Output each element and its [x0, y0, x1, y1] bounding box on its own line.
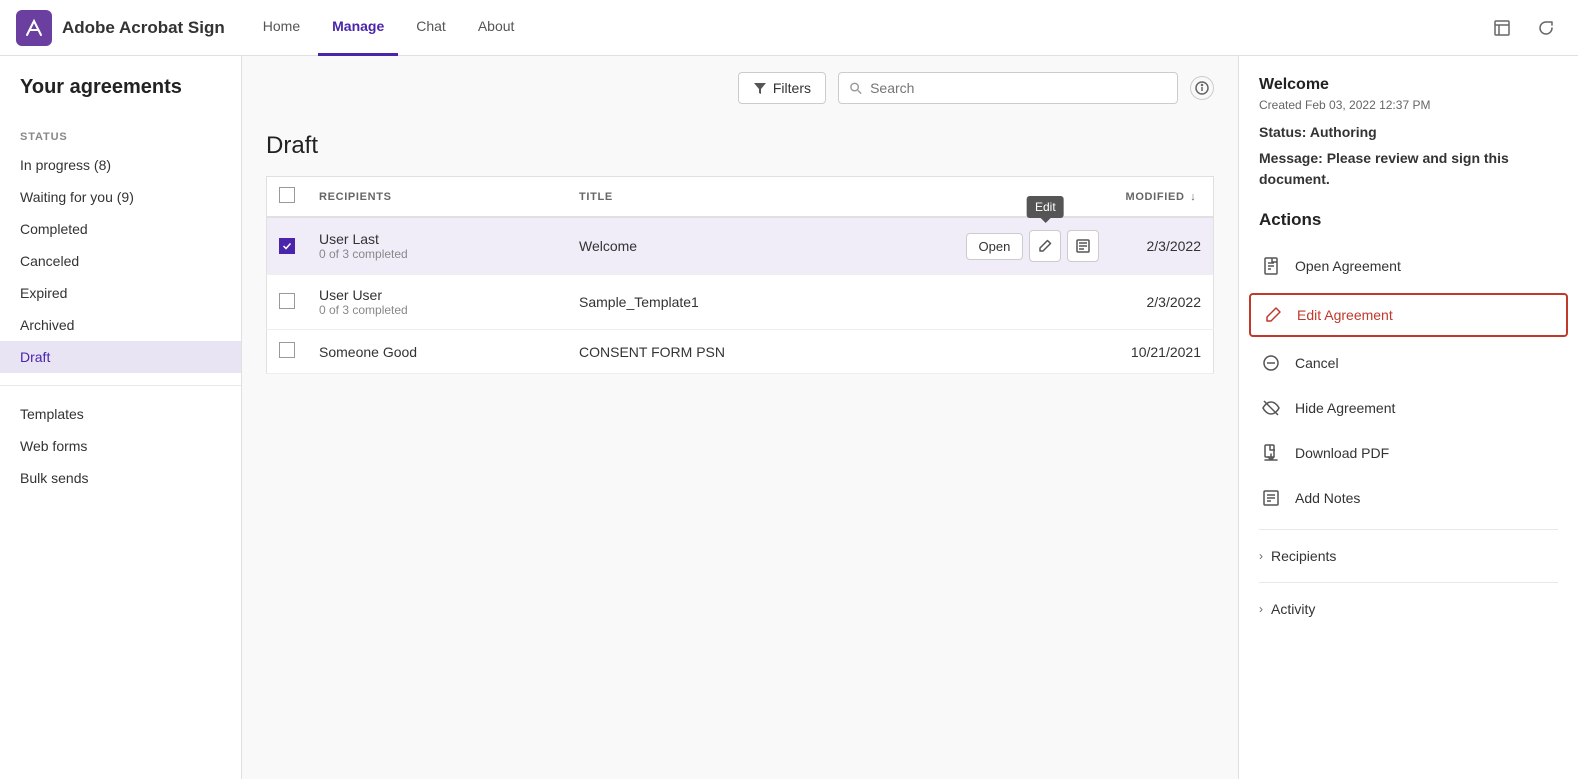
filter-button[interactable]: Filters [738, 72, 826, 104]
action-hide-agreement[interactable]: Hide Agreement [1259, 386, 1558, 431]
notes-inline-button[interactable] [1067, 230, 1099, 262]
col-header-recipients: RECIPIENTS [307, 177, 567, 218]
select-all-checkbox[interactable] [279, 187, 295, 203]
row1-recipients: User Last 0 of 3 completed [307, 217, 567, 275]
search-icon [849, 81, 862, 95]
agreements-table: RECIPIENTS TITLE MODIFIED ↓ [266, 176, 1214, 374]
sidebar-item-templates[interactable]: Templates [0, 398, 241, 430]
nav-chat[interactable]: Chat [402, 0, 460, 56]
row1-actions: Open Edit [954, 217, 1114, 275]
sidebar-status-label: STATUS [0, 119, 241, 149]
sidebar-item-archived[interactable]: Archived [0, 309, 241, 341]
cancel-icon [1259, 351, 1283, 375]
panel-doc-title: Welcome [1259, 76, 1558, 94]
panel-actions-title: Actions [1259, 210, 1558, 230]
sidebar-item-in-progress[interactable]: In progress (8) [0, 149, 241, 181]
nav-refresh-icon[interactable] [1530, 12, 1562, 44]
logo-area: Adobe Acrobat Sign [16, 10, 225, 46]
row1-modified: 2/3/2022 [1114, 217, 1214, 275]
doc-icon [1259, 254, 1283, 278]
col-header-title: TITLE [567, 177, 954, 218]
table-row: User User 0 of 3 completed Sample_Templa… [267, 275, 1214, 330]
panel-divider-1 [1259, 529, 1558, 530]
hide-icon [1259, 396, 1283, 420]
row3-actions [954, 330, 1114, 374]
panel-divider-2 [1259, 582, 1558, 583]
action-open-agreement[interactable]: Open Agreement [1259, 244, 1558, 289]
row1-title: Welcome [567, 217, 954, 275]
draft-title: Draft [266, 120, 1214, 176]
search-bar [838, 72, 1178, 104]
sidebar-item-draft[interactable]: Draft [0, 341, 241, 373]
row3-modified: 10/21/2021 [1114, 330, 1214, 374]
sidebar-item-completed[interactable]: Completed [0, 213, 241, 245]
row2-modified: 2/3/2022 [1114, 275, 1214, 330]
draft-section: Draft RECIPIENTS TITLE [242, 120, 1238, 398]
app-title: Adobe Acrobat Sign [62, 18, 225, 38]
app-logo-icon [16, 10, 52, 46]
table-row: Someone Good CONSENT FORM PSN 10/21/2021 [267, 330, 1214, 374]
main-layout: Your agreements STATUS In progress (8) W… [0, 56, 1578, 779]
nav-right-actions [1486, 12, 1562, 44]
chevron-right-icon: › [1259, 549, 1263, 563]
sidebar-item-web-forms[interactable]: Web forms [0, 430, 241, 462]
col-header-actions [954, 177, 1114, 218]
nav-home[interactable]: Home [249, 0, 314, 56]
panel-message: Message: Please review and sign this doc… [1259, 148, 1558, 190]
row2-title: Sample_Template1 [567, 275, 954, 330]
row1-action-buttons: Open Edit [966, 230, 1102, 262]
nav-manage[interactable]: Manage [318, 0, 398, 56]
col-header-modified: MODIFIED ↓ [1114, 177, 1214, 218]
download-icon [1259, 441, 1283, 465]
action-add-notes[interactable]: Add Notes [1259, 476, 1558, 521]
sidebar-divider [0, 385, 241, 386]
sidebar: Your agreements STATUS In progress (8) W… [0, 56, 242, 779]
open-button[interactable]: Open [966, 233, 1024, 260]
sort-icon: ↓ [1190, 191, 1196, 203]
expandable-recipients[interactable]: › Recipients [1259, 538, 1558, 574]
panel-status: Status: Authoring [1259, 124, 1558, 140]
row3-title: CONSENT FORM PSN [567, 330, 954, 374]
main-nav: Home Manage Chat About [249, 0, 529, 56]
action-cancel[interactable]: Cancel [1259, 341, 1558, 386]
filter-icon [753, 81, 767, 95]
right-panel: Welcome Created Feb 03, 2022 12:37 PM St… [1238, 56, 1578, 779]
content-header: Filters [242, 56, 1238, 120]
edit-icon [1261, 303, 1285, 327]
nav-about[interactable]: About [464, 0, 529, 56]
row1-checkbox[interactable] [279, 238, 295, 254]
row2-actions [954, 275, 1114, 330]
info-icon[interactable] [1190, 76, 1214, 100]
chevron-right-icon-2: › [1259, 602, 1263, 616]
sidebar-title: Your agreements [0, 76, 241, 119]
nav-window-icon[interactable] [1486, 12, 1518, 44]
table-row: User Last 0 of 3 completed Welcome Open … [267, 217, 1214, 275]
sidebar-item-expired[interactable]: Expired [0, 277, 241, 309]
sidebar-item-bulk-sends[interactable]: Bulk sends [0, 462, 241, 494]
notes-icon [1259, 486, 1283, 510]
content-area: Filters Draft [242, 56, 1238, 779]
row2-checkbox[interactable] [279, 293, 295, 309]
row3-checkbox[interactable] [279, 342, 295, 358]
top-nav: Adobe Acrobat Sign Home Manage Chat Abou… [0, 0, 1578, 56]
expandable-activity[interactable]: › Activity [1259, 591, 1558, 627]
edit-button[interactable] [1029, 230, 1061, 262]
search-input[interactable] [870, 73, 1167, 103]
sidebar-item-canceled[interactable]: Canceled [0, 245, 241, 277]
row2-recipients: User User 0 of 3 completed [307, 275, 567, 330]
edit-button-container: Edit [1029, 230, 1061, 262]
panel-created-meta: Created Feb 03, 2022 12:37 PM [1259, 98, 1558, 112]
action-download-pdf[interactable]: Download PDF [1259, 431, 1558, 476]
sidebar-item-waiting-for-you[interactable]: Waiting for you (9) [0, 181, 241, 213]
row3-recipients: Someone Good [307, 330, 567, 374]
action-edit-agreement[interactable]: Edit Agreement [1249, 293, 1568, 337]
